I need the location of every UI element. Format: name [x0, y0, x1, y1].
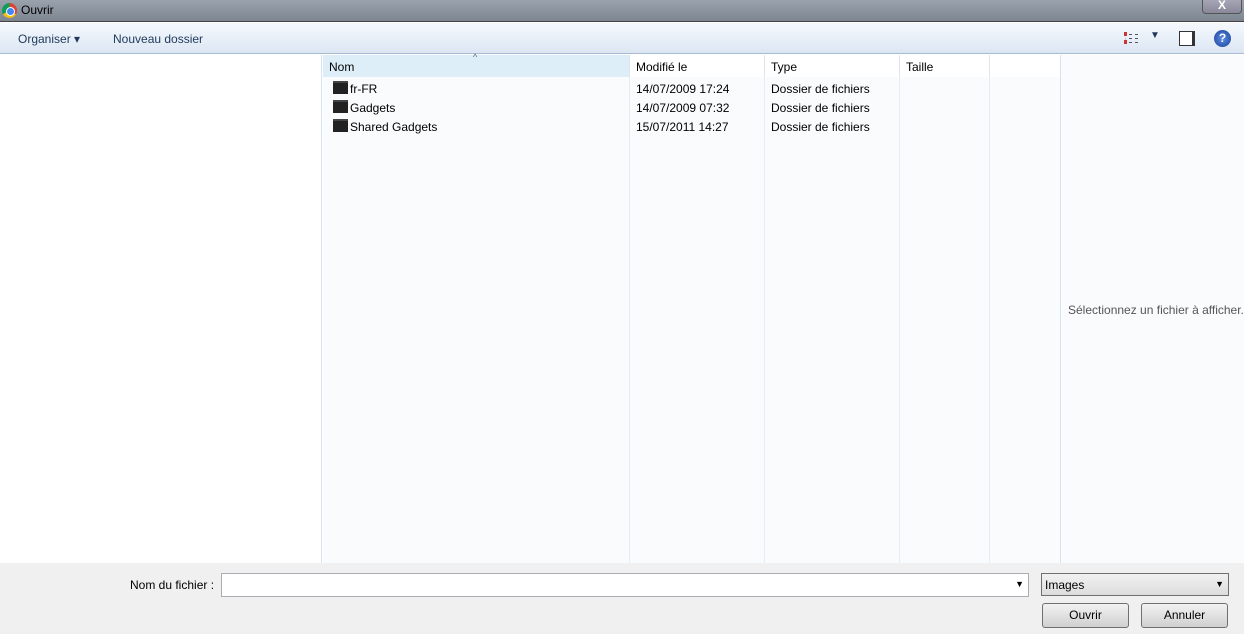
close-button[interactable]: X	[1202, 0, 1242, 14]
folder-icon	[333, 119, 348, 132]
help-icon[interactable]: ?	[1214, 30, 1231, 47]
chrome-icon	[2, 3, 17, 18]
file-name: fr-FR	[350, 82, 378, 96]
organise-button[interactable]: Organiser ▾	[18, 32, 80, 46]
column-divider	[900, 77, 990, 563]
file-row[interactable]: Shared Gadgets 15/07/2011 14:27 Dossier …	[323, 117, 1060, 136]
preview-pane: Sélectionnez un fichier à afficher.	[1060, 55, 1244, 563]
file-type-select[interactable]: Images ▼	[1041, 573, 1229, 596]
file-name: Gadgets	[350, 101, 396, 115]
file-modified: 14/07/2009 17:24	[636, 82, 730, 96]
column-headers: Nom ^ Modifié le Type Taille	[323, 52, 1060, 77]
title-bar: Ouvrir X	[0, 0, 1244, 22]
view-options-icon[interactable]	[1124, 32, 1138, 44]
file-type: Dossier de fichiers	[771, 120, 870, 134]
preview-pane-icon[interactable]	[1179, 31, 1195, 46]
chevron-down-icon: ▼	[1215, 579, 1224, 589]
open-button[interactable]: Ouvrir	[1042, 603, 1129, 628]
folder-icon	[333, 100, 348, 113]
filename-label: Nom du fichier :	[130, 578, 215, 592]
column-header-modified[interactable]: Modifié le	[630, 55, 765, 77]
column-header-name[interactable]: Nom ^	[323, 52, 630, 77]
file-list[interactable]: Nom ^ Modifié le Type Taille fr-FR 14/07/…	[323, 52, 1060, 563]
file-row[interactable]: fr-FR 14/07/2009 17:24 Dossier de fichie…	[323, 79, 1060, 98]
window-title: Ouvrir	[21, 3, 54, 17]
navigation-pane[interactable]	[0, 55, 322, 563]
new-folder-button[interactable]: Nouveau dossier	[113, 32, 203, 46]
file-modified: 15/07/2011 14:27	[636, 120, 729, 134]
sort-ascending-icon: ^	[473, 52, 478, 62]
file-row[interactable]: Gadgets 14/07/2009 07:32 Dossier de fich…	[323, 98, 1060, 117]
column-divider	[323, 77, 630, 563]
column-header-size[interactable]: Taille	[900, 55, 990, 77]
file-modified: 14/07/2009 07:32	[636, 101, 730, 115]
view-dropdown-icon[interactable]: ▼	[1150, 30, 1160, 41]
file-name: Shared Gadgets	[350, 120, 438, 134]
file-type-value: Images	[1045, 578, 1085, 592]
chevron-down-icon[interactable]: ▼	[1015, 579, 1024, 589]
folder-icon	[333, 81, 348, 94]
column-header-type[interactable]: Type	[765, 55, 900, 77]
filename-input[interactable]: ▼	[221, 573, 1029, 597]
column-header-filler	[990, 55, 1060, 77]
dialog-footer: Nom du fichier : ▼ Images ▼ Ouvrir Annule…	[0, 563, 1244, 634]
file-type: Dossier de fichiers	[771, 101, 870, 115]
column-divider	[765, 77, 900, 563]
toolbar: Organiser ▾ Nouveau dossier ▼ ?	[0, 23, 1244, 54]
column-divider	[630, 77, 765, 563]
cancel-button[interactable]: Annuler	[1141, 603, 1228, 628]
preview-message: Sélectionnez un fichier à afficher.	[1068, 303, 1244, 317]
header-label: Nom	[329, 60, 355, 74]
file-type: Dossier de fichiers	[771, 82, 870, 96]
